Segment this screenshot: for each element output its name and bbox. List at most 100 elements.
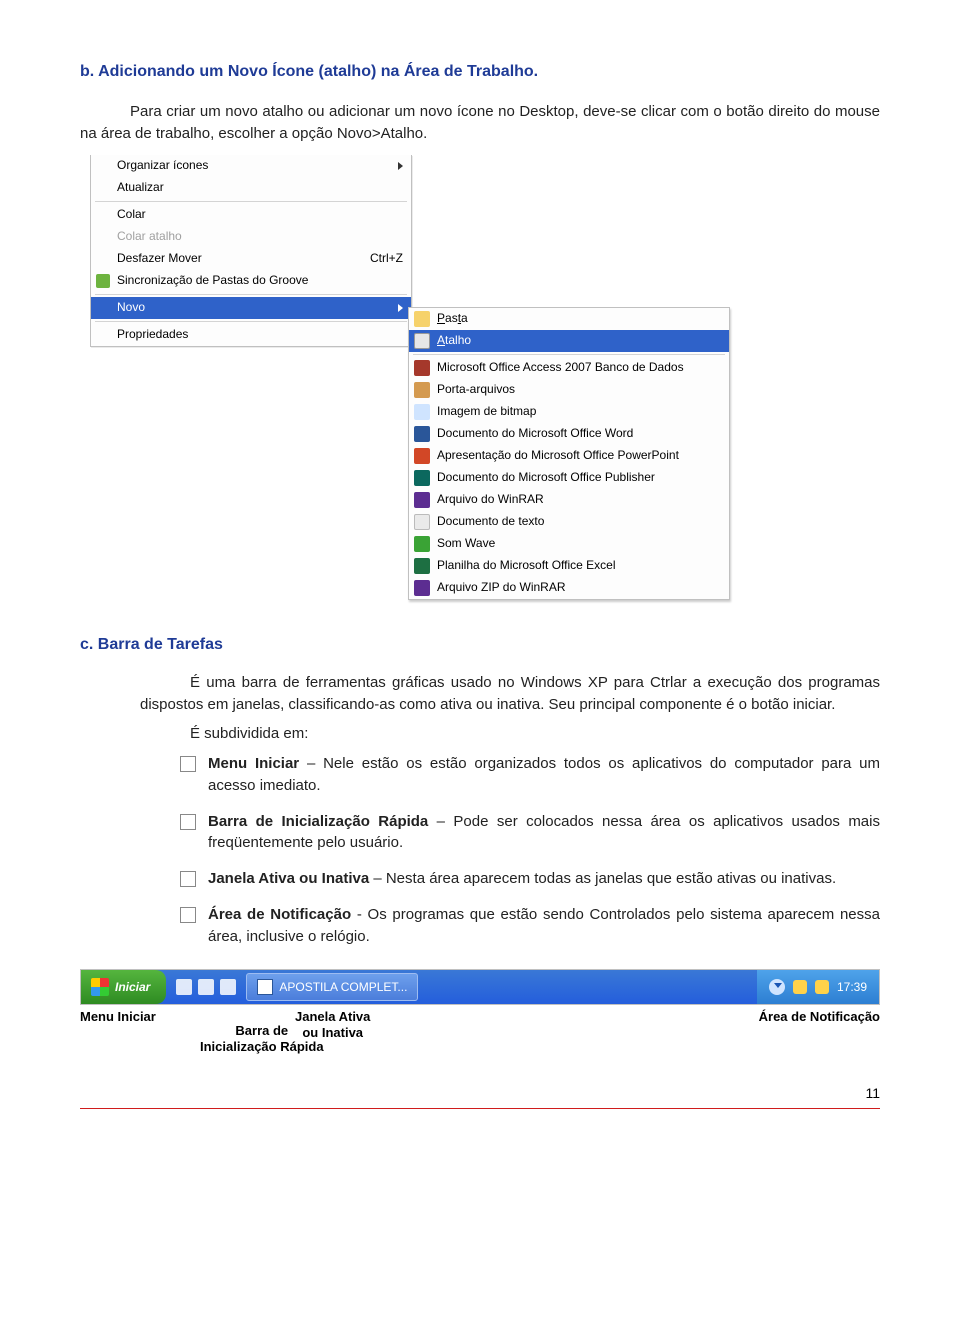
tray-icon[interactable] (793, 980, 807, 994)
groove-icon (96, 274, 110, 288)
bullet-barra-inicializacao: Barra de Inicialização Rápida – Pode ser… (180, 811, 880, 855)
sub-item-excel[interactable]: Planilha do Microsoft Office Excel (409, 555, 729, 577)
sub-label: Apresentação do Microsoft Office PowerPo… (437, 447, 679, 464)
powerpoint-icon (414, 448, 430, 464)
bullet-text: Janela Ativa ou Inativa – Nesta área apa… (208, 868, 880, 890)
sub-label: Documento de texto (437, 513, 544, 530)
sub-label: Planilha do Microsoft Office Excel (437, 557, 616, 574)
intro-paragraph: Para criar um novo atalho ou adicionar u… (80, 101, 880, 145)
chevron-right-icon (398, 304, 403, 312)
shortcut-icon (414, 333, 430, 349)
footer-rule (80, 1108, 880, 1109)
ctx-label: Colar (117, 206, 146, 223)
sub-label: Porta-arquivos (437, 381, 515, 398)
label-janela-ativa: Janela Ativa ou Inativa (295, 1009, 370, 1040)
label-area-notificacao: Área de Notificação (759, 1009, 880, 1025)
ctx-item-colar[interactable]: Colar (91, 204, 411, 226)
ctx-label: Novo (117, 299, 145, 316)
ctx-item-organizar[interactable]: Organizar ícones (91, 155, 411, 177)
sub-label: Arquivo do WinRAR (437, 491, 544, 508)
sub-item-atalho[interactable]: Atalho (409, 330, 729, 352)
ctx-item-atualizar[interactable]: Atualizar (91, 177, 411, 199)
windows-logo-icon (91, 978, 109, 996)
word-icon (257, 979, 273, 995)
quicklaunch-icon[interactable] (198, 979, 214, 995)
context-menu: Organizar ícones Atualizar Colar Colar a… (90, 155, 412, 347)
sub-label: Atalho (437, 332, 471, 349)
sub-item-publisher[interactable]: Documento do Microsoft Office Publisher (409, 467, 729, 489)
quick-launch (166, 979, 246, 995)
bullet-marker-icon (180, 756, 196, 772)
taskbar-figure: Iniciar APOSTILA COMPLET... 17:39 Menu I… (80, 969, 880, 1065)
taskbar-window-button[interactable]: APOSTILA COMPLET... (246, 973, 418, 1001)
sub-item-powerpoint[interactable]: Apresentação do Microsoft Office PowerPo… (409, 445, 729, 467)
sub-item-zip[interactable]: Arquivo ZIP do WinRAR (409, 577, 729, 599)
start-button[interactable]: Iniciar (81, 970, 166, 1004)
sub-item-word[interactable]: Documento do Microsoft Office Word (409, 423, 729, 445)
ctx-label: Desfazer Mover (117, 250, 202, 267)
sub-item-wave[interactable]: Som Wave (409, 533, 729, 555)
ctx-item-propriedades[interactable]: Propriedades (91, 324, 411, 346)
sub-item-bitmap[interactable]: Imagem de bitmap (409, 401, 729, 423)
bullet-area-notificacao: Área de Notificação - Os programas que e… (180, 904, 880, 948)
subdividida-intro: É subdividida em: (140, 723, 880, 745)
ctx-item-sincronizacao[interactable]: Sincronização de Pastas do Groove (91, 270, 411, 292)
ctx-label: Propriedades (117, 326, 188, 343)
sub-label: Microsoft Office Access 2007 Banco de Da… (437, 359, 684, 376)
window-title: APOSTILA COMPLET... (279, 979, 407, 996)
ctx-separator (95, 321, 407, 322)
bullet-marker-icon (180, 907, 196, 923)
word-icon (414, 426, 430, 442)
bullet-text: Barra de Inicialização Rápida – Pode ser… (208, 811, 880, 855)
bullet-janela-ativa: Janela Ativa ou Inativa – Nesta área apa… (180, 868, 880, 890)
ctx-item-desfazer[interactable]: Desfazer Mover Ctrl+Z (91, 248, 411, 270)
ctx-item-novo[interactable]: Novo (91, 297, 411, 319)
chevron-right-icon (398, 162, 403, 170)
ctx-separator (95, 294, 407, 295)
barra-paragraph: É uma barra de ferramentas gráficas usad… (140, 672, 880, 716)
ctx-label: Colar atalho (117, 228, 182, 245)
sub-item-access[interactable]: Microsoft Office Access 2007 Banco de Da… (409, 357, 729, 379)
sub-label: Imagem de bitmap (437, 403, 536, 420)
system-tray: 17:39 (757, 970, 879, 1004)
briefcase-icon (414, 382, 430, 398)
context-menu-figure: Organizar ícones Atualizar Colar Colar a… (90, 155, 890, 605)
tray-icon[interactable] (815, 980, 829, 994)
quicklaunch-icon[interactable] (176, 979, 192, 995)
sub-item-pasta[interactable]: Pasta (409, 308, 729, 330)
bullet-text: Menu Iniciar – Nele estão os estão organ… (208, 753, 880, 797)
page-number: 11 (80, 1083, 880, 1103)
bullet-marker-icon (180, 814, 196, 830)
winrar-icon (414, 492, 430, 508)
bitmap-icon (414, 404, 430, 420)
folder-icon (414, 311, 430, 327)
ctx-label: Organizar ícones (117, 157, 208, 174)
sub-label: Documento do Microsoft Office Word (437, 425, 633, 442)
sub-label: Pasta (437, 310, 468, 327)
sub-label: Arquivo ZIP do WinRAR (437, 579, 566, 596)
sub-separator (413, 354, 725, 355)
ctx-item-colar-atalho: Colar atalho (91, 226, 411, 248)
bullet-menu-iniciar: Menu Iniciar – Nele estão os estão organ… (180, 753, 880, 797)
excel-icon (414, 558, 430, 574)
bullet-text: Área de Notificação - Os programas que e… (208, 904, 880, 948)
ctx-label: Sincronização de Pastas do Groove (117, 272, 308, 289)
sub-label: Som Wave (437, 535, 495, 552)
sub-item-winrar[interactable]: Arquivo do WinRAR (409, 489, 729, 511)
publisher-icon (414, 470, 430, 486)
sub-item-porta-arquivos[interactable]: Porta-arquivos (409, 379, 729, 401)
novo-submenu: Pasta Atalho Microsoft Office Access 200… (408, 307, 730, 600)
label-menu-iniciar: Menu Iniciar (80, 1009, 156, 1025)
tray-expand-icon[interactable] (769, 979, 785, 995)
sub-label: Documento do Microsoft Office Publisher (437, 469, 655, 486)
quicklaunch-icon[interactable] (220, 979, 236, 995)
text-file-icon (414, 514, 430, 530)
section-heading-c: c. Barra de Tarefas (80, 633, 880, 656)
taskbar: Iniciar APOSTILA COMPLET... 17:39 (80, 969, 880, 1005)
wave-icon (414, 536, 430, 552)
clock[interactable]: 17:39 (837, 979, 867, 996)
ctx-separator (95, 201, 407, 202)
ctx-label: Atualizar (117, 179, 164, 196)
start-label: Iniciar (115, 979, 150, 996)
sub-item-texto[interactable]: Documento de texto (409, 511, 729, 533)
